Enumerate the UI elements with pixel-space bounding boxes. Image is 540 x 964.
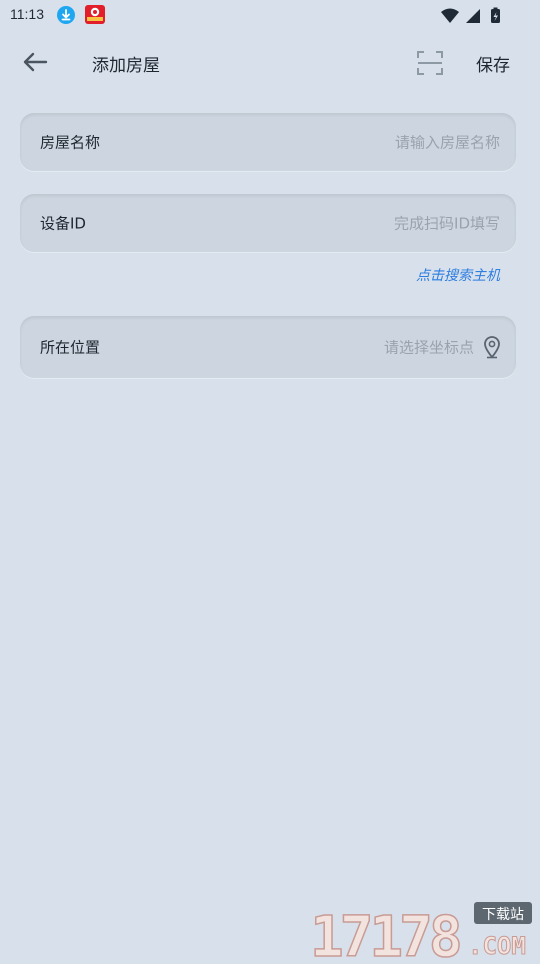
house-name-input[interactable]: 请输入房屋名称: [395, 132, 500, 153]
search-host-link[interactable]: 点击搜索主机: [416, 265, 500, 285]
status-indicators: [440, 7, 506, 25]
app-header: 添加房屋 保存: [0, 35, 540, 91]
back-button[interactable]: [18, 47, 52, 77]
scan-button[interactable]: [416, 49, 444, 77]
house-name-field[interactable]: 房屋名称 请输入房屋名称: [20, 113, 516, 171]
save-button[interactable]: 保存: [476, 51, 510, 76]
map-pin-icon[interactable]: [482, 335, 502, 359]
device-id-field[interactable]: 设备ID 完成扫码ID填写: [20, 194, 516, 252]
watermark-number: 17178: [310, 905, 460, 960]
scan-icon: [417, 51, 443, 75]
device-id-label: 设备ID: [40, 214, 86, 233]
status-time: 11:13: [10, 6, 44, 22]
watermark-logo: 17178 下载站 .COM: [308, 898, 536, 964]
house-name-label: 房屋名称: [40, 133, 101, 152]
status-bar: 11:13: [0, 0, 540, 30]
location-select[interactable]: 请选择坐标点: [384, 337, 474, 358]
device-id-input[interactable]: 完成扫码ID填写: [394, 213, 500, 234]
arrow-left-icon: [23, 52, 48, 72]
location-label: 所在位置: [40, 338, 101, 357]
watermark-badge: 下载站: [482, 907, 524, 923]
watermark-suffix: .COM: [468, 932, 526, 960]
app-notification-icon: [85, 5, 105, 24]
page-title: 添加房屋: [92, 56, 160, 76]
download-notification-icon: [57, 6, 75, 24]
location-field[interactable]: 所在位置 请选择坐标点: [20, 316, 516, 378]
cellular-signal-icon: [466, 9, 480, 23]
battery-icon: [491, 7, 500, 23]
wifi-icon: [441, 8, 459, 23]
